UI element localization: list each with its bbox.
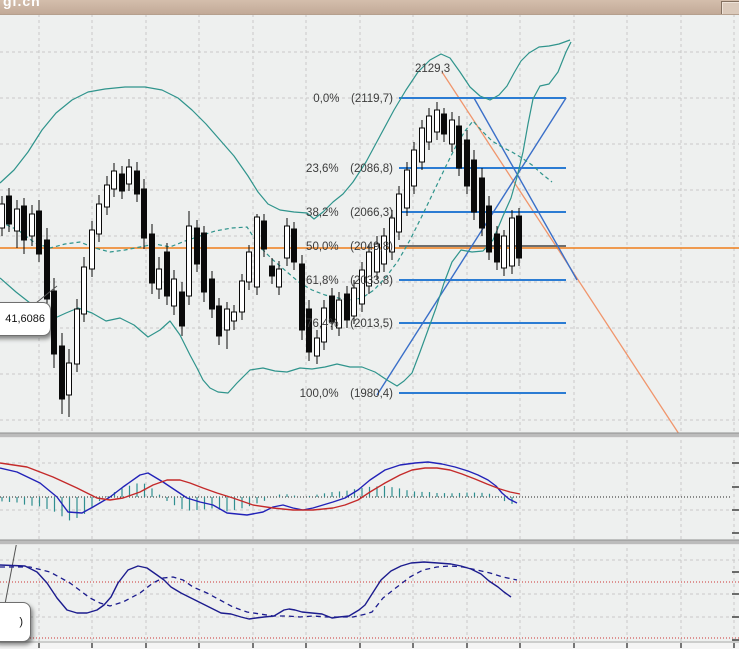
candle [231, 311, 237, 322]
window-title: gi.ch [3, 0, 41, 9]
candle [29, 213, 35, 237]
candle [299, 263, 305, 331]
candle [149, 233, 155, 284]
candle [314, 337, 320, 357]
candle [66, 362, 72, 396]
candle [284, 225, 290, 259]
peak-price-label: 2129,3 [415, 63, 450, 75]
price-tooltip: 41,6086 [0, 302, 51, 336]
bottom-axis-layer [0, 641, 739, 649]
fib-label: 50,0% (2049,8) [306, 241, 393, 253]
candle [36, 210, 42, 255]
candle [164, 251, 170, 297]
candle [344, 293, 350, 321]
candle [396, 193, 402, 233]
candle [201, 232, 207, 293]
candle [351, 287, 357, 317]
axis-strip [0, 643, 739, 649]
fib-label: 0,0% (2119,7) [313, 93, 393, 105]
candle [426, 115, 432, 143]
candle [449, 119, 455, 145]
candle [134, 170, 140, 195]
candle [276, 268, 282, 288]
chart-window: 0,0% (2119,7) 23,6% (2086,8) 38,2% (2066,3… [0, 0, 739, 649]
candle [419, 127, 425, 163]
candle [501, 235, 507, 269]
candle [464, 139, 470, 187]
candle [81, 266, 87, 315]
fib-label: 38,2% (2066,3) [306, 207, 393, 219]
chart-canvas: 0,0% (2119,7) 23,6% (2086,8) 38,2% (2066,3… [0, 0, 739, 649]
candle [141, 188, 147, 239]
fib-label: 23,6% (2086,8) [306, 163, 393, 175]
candle [441, 113, 447, 135]
stoch-tooltip-value: ) [19, 616, 23, 628]
candle [179, 291, 185, 327]
stoch-tooltip: ) [0, 602, 31, 642]
candle [516, 215, 522, 259]
candle [186, 225, 192, 297]
candle [111, 170, 117, 190]
candle [104, 184, 110, 208]
candle [6, 195, 12, 225]
candle [434, 109, 440, 133]
candle [224, 308, 230, 331]
candle [89, 229, 95, 270]
panel-separator[interactable] [0, 433, 739, 438]
candle [456, 125, 462, 169]
candle [509, 217, 515, 267]
fib-label: 100,0% (1980,4) [300, 388, 394, 400]
window-control-button[interactable] [721, 1, 739, 14]
candle [21, 205, 27, 241]
candle [239, 280, 245, 313]
candle [194, 227, 200, 265]
fib-label: 76,4% (2013,5) [306, 318, 393, 330]
candle [14, 208, 20, 232]
candle [74, 308, 80, 365]
candle [269, 265, 275, 277]
window-titlebar[interactable]: gi.ch [0, 0, 739, 15]
price-tooltip-value: 41,6086 [5, 313, 45, 325]
candle [471, 159, 477, 213]
candle [51, 290, 57, 355]
candle [171, 278, 177, 307]
candle [411, 149, 417, 187]
candle [59, 345, 65, 400]
candle [494, 233, 500, 263]
panel-separator[interactable] [0, 540, 739, 545]
candle [156, 268, 162, 290]
candle [306, 308, 312, 353]
candle [246, 251, 252, 283]
candle [261, 220, 267, 250]
fib-label: 61,8% (2033,8) [306, 275, 393, 287]
candle [216, 305, 222, 337]
candle [291, 228, 297, 263]
candle [0, 203, 5, 229]
candle [209, 278, 215, 310]
candle [404, 169, 410, 209]
candle [126, 166, 132, 185]
candle [486, 205, 492, 253]
candle [254, 216, 260, 288]
candle [96, 203, 102, 235]
candle [44, 239, 50, 300]
candle [479, 177, 485, 229]
candle [119, 173, 125, 192]
